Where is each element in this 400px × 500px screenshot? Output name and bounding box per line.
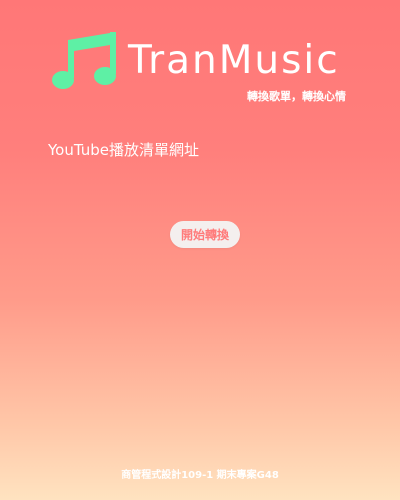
start-convert-button[interactable]: 開始轉換 <box>170 221 240 248</box>
footer-text: 商管程式設計109-1 期末專案G48 <box>121 470 279 481</box>
music-note-icon <box>52 32 116 89</box>
playlist-url-label: YouTube播放清單網址 <box>48 141 199 159</box>
slogan: 轉換歌單，轉換心情 <box>247 90 346 103</box>
brand-title: TranMusic <box>128 38 340 83</box>
